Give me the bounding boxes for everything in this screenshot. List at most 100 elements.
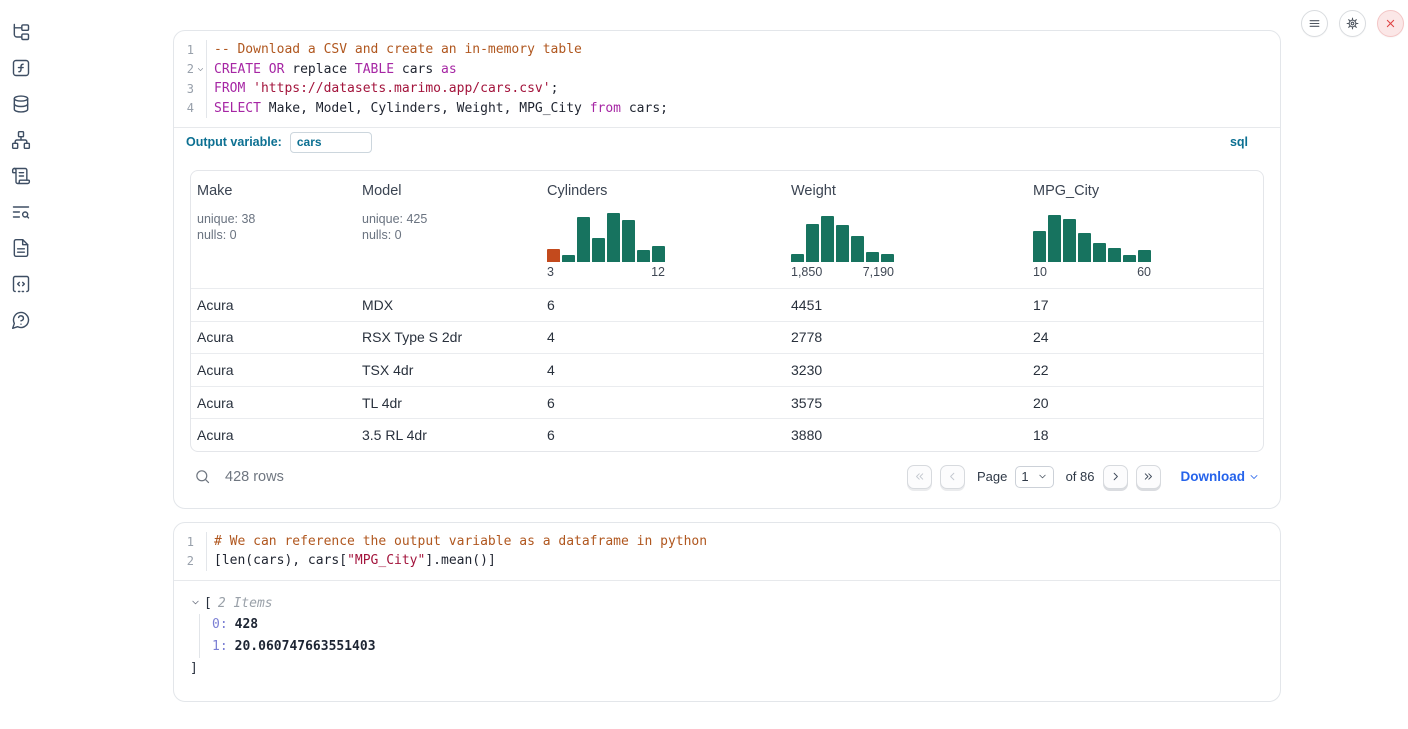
left-sidebar bbox=[0, 0, 42, 729]
search-icon[interactable] bbox=[194, 468, 211, 485]
column-name: Model bbox=[362, 183, 541, 199]
python-editor[interactable]: 1 2 # We can reference the output variabl… bbox=[174, 523, 1280, 580]
histogram-bar bbox=[622, 220, 635, 262]
histogram-axis-labels: 1,8507,190 bbox=[791, 265, 894, 288]
function-square-icon[interactable] bbox=[11, 58, 31, 78]
result-table: Make unique: 38nulls: 0Modelunique: 425nu… bbox=[190, 170, 1264, 452]
table-cell: 6 bbox=[541, 395, 785, 411]
close-icon[interactable] bbox=[1377, 10, 1404, 37]
file-tree-icon[interactable] bbox=[11, 22, 31, 42]
tree-open-bracket: [ bbox=[204, 596, 212, 611]
first-page-button[interactable] bbox=[907, 465, 932, 489]
sql-code: -- Download a CSV and create an in-memor… bbox=[207, 40, 1280, 118]
histogram-bar bbox=[1033, 231, 1046, 262]
table-row[interactable]: Acura3.5 RL 4dr6388018 bbox=[191, 418, 1263, 451]
column-header-cylinders[interactable]: Cylinders 312 bbox=[541, 183, 785, 288]
table-footer: 428 rows Page 1 of 86 Download bbox=[190, 464, 1264, 490]
table-cell: 4 bbox=[541, 362, 785, 378]
table-cell: Acura bbox=[191, 297, 356, 313]
histogram-bar bbox=[851, 236, 864, 262]
language-badge: sql bbox=[1230, 135, 1248, 149]
histogram-axis-labels: 1060 bbox=[1033, 265, 1151, 288]
next-page-button[interactable] bbox=[1103, 465, 1128, 489]
column-header-weight[interactable]: Weight1,8507,190 bbox=[785, 183, 1027, 288]
table-cell: MDX bbox=[356, 297, 541, 313]
pagination: Page 1 of 86 Download bbox=[907, 465, 1260, 489]
notebook: 1234 -- Download a CSV and create an in-… bbox=[173, 30, 1281, 702]
table-body: AcuraMDX6445117AcuraRSX Type S 2dr427782… bbox=[191, 288, 1263, 451]
line-number: 1 bbox=[174, 535, 194, 549]
table-row[interactable]: AcuraMDX6445117 bbox=[191, 288, 1263, 321]
table-cell: 3.5 RL 4dr bbox=[356, 427, 541, 443]
table-cell: 6 bbox=[541, 297, 785, 313]
histogram-bar bbox=[881, 254, 894, 262]
column-histogram[interactable]: 312 bbox=[547, 212, 665, 288]
histogram-bar bbox=[1093, 243, 1106, 262]
histogram-bar bbox=[562, 255, 575, 262]
column-header-model[interactable]: Modelunique: 425nulls: 0 bbox=[356, 183, 541, 288]
code-line[interactable]: CREATE OR replace TABLE cars as bbox=[214, 60, 1280, 80]
table-row[interactable]: AcuraTSX 4dr4323022 bbox=[191, 353, 1263, 386]
histogram-bar bbox=[607, 213, 620, 262]
table-cell: 22 bbox=[1027, 362, 1262, 378]
column-histogram[interactable]: 1,8507,190 bbox=[791, 212, 894, 288]
histogram-bar bbox=[592, 238, 605, 262]
table-row[interactable]: AcuraRSX Type S 2dr4277824 bbox=[191, 321, 1263, 354]
last-page-button[interactable] bbox=[1136, 465, 1161, 489]
histogram-bar bbox=[866, 252, 879, 262]
tree-entry: 0:428 bbox=[212, 614, 1264, 636]
dependency-graph-icon[interactable] bbox=[11, 130, 31, 150]
tree-children: 0:4281:20.060747663551403 bbox=[199, 614, 1264, 658]
database-icon[interactable] bbox=[11, 94, 31, 114]
column-stats: unique: 38nulls: 0 bbox=[197, 211, 356, 243]
code-line[interactable]: # We can reference the output variable a… bbox=[214, 532, 1280, 552]
line-number: 1 bbox=[174, 43, 194, 57]
gear-icon[interactable] bbox=[1339, 10, 1366, 37]
menu-icon[interactable] bbox=[1301, 10, 1328, 37]
code-line[interactable]: SELECT Make, Model, Cylinders, Weight, M… bbox=[214, 99, 1280, 119]
python-code: # We can reference the output variable a… bbox=[207, 532, 1280, 571]
sql-editor[interactable]: 1234 -- Download a CSV and create an in-… bbox=[174, 31, 1280, 127]
tree-entry: 1:20.060747663551403 bbox=[212, 636, 1264, 658]
download-button[interactable]: Download bbox=[1181, 469, 1261, 484]
scroll-script-icon[interactable] bbox=[11, 166, 31, 186]
code-line[interactable]: FROM 'https://datasets.marimo.app/cars.c… bbox=[214, 79, 1280, 99]
fold-chevron-icon[interactable] bbox=[194, 65, 206, 74]
code-line[interactable]: [len(cars), cars["MPG_City"].mean()] bbox=[214, 551, 1280, 571]
code-line[interactable]: -- Download a CSV and create an in-memor… bbox=[214, 40, 1280, 60]
help-icon[interactable] bbox=[11, 310, 31, 330]
page-select-value: 1 bbox=[1021, 469, 1028, 484]
histogram-bar bbox=[791, 254, 804, 262]
table-header-row: Make unique: 38nulls: 0Modelunique: 425nu… bbox=[191, 171, 1263, 288]
document-icon[interactable] bbox=[11, 238, 31, 258]
column-histogram[interactable]: 1060 bbox=[1033, 212, 1151, 288]
page-select[interactable]: 1 bbox=[1015, 466, 1053, 488]
table-cell: 4 bbox=[541, 329, 785, 345]
row-count: 428 rows bbox=[225, 469, 284, 485]
histogram-bar bbox=[1123, 255, 1136, 262]
histogram-bar bbox=[637, 250, 650, 262]
page-label: Page bbox=[977, 469, 1007, 484]
tree-collapse-icon[interactable] bbox=[190, 597, 202, 609]
table-cell: 6 bbox=[541, 427, 785, 443]
column-header-make[interactable]: Make unique: 38nulls: 0 bbox=[191, 183, 356, 288]
table-cell: 24 bbox=[1027, 329, 1262, 345]
column-header-mpg_city[interactable]: MPG_City 1060 bbox=[1027, 183, 1262, 288]
table-cell: 3230 bbox=[785, 362, 1027, 378]
output-variable-label: Output variable: bbox=[186, 135, 282, 149]
snippets-code-icon[interactable] bbox=[11, 274, 31, 294]
table-row[interactable]: AcuraTL 4dr6357520 bbox=[191, 386, 1263, 419]
search-logs-icon[interactable] bbox=[11, 202, 31, 222]
prev-page-button[interactable] bbox=[940, 465, 965, 489]
table-cell: Acura bbox=[191, 395, 356, 411]
column-name: Cylinders bbox=[547, 183, 785, 199]
output-variable-input[interactable] bbox=[290, 132, 372, 153]
column-name: Make bbox=[197, 183, 356, 199]
sql-meta-strip: Output variable: sql bbox=[174, 127, 1280, 156]
python-output-tree: [ 2 Items 0:4281:20.060747663551403 ] bbox=[174, 580, 1280, 701]
histogram-bar bbox=[836, 225, 849, 262]
column-name: MPG_City bbox=[1033, 183, 1262, 199]
table-cell: TL 4dr bbox=[356, 395, 541, 411]
table-cell: 18 bbox=[1027, 427, 1262, 443]
line-number: 2 bbox=[174, 554, 194, 568]
